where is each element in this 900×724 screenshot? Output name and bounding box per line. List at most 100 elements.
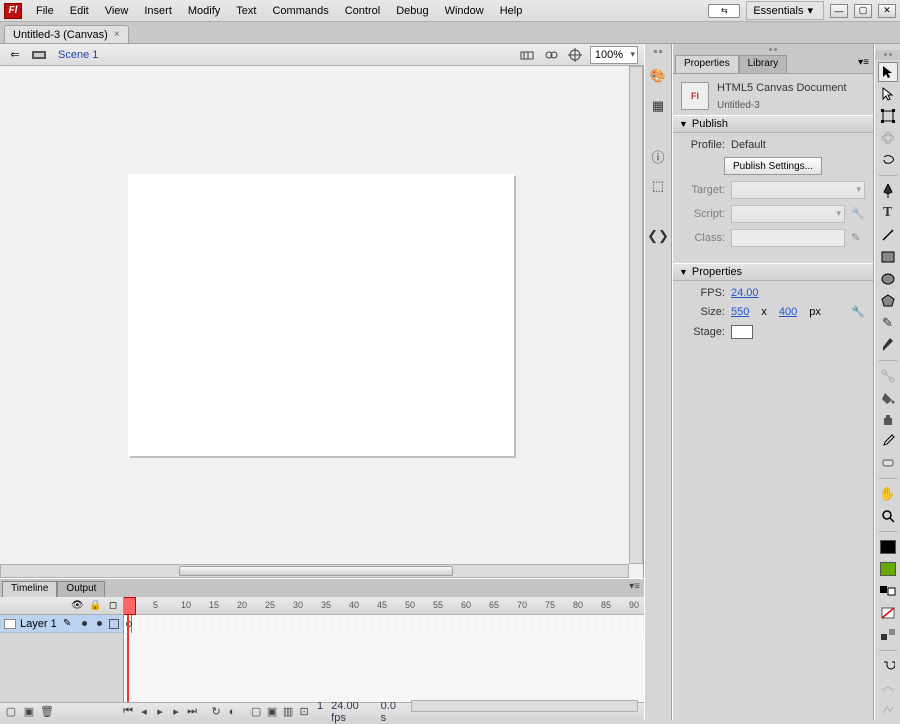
menu-control[interactable]: Control [337, 2, 388, 20]
new-layer-button[interactable]: ▢ [4, 705, 18, 719]
outline-header-icon[interactable]: ◻ [107, 600, 119, 611]
tab-properties[interactable]: Properties [675, 55, 739, 73]
tab-timeline[interactable]: Timeline [2, 581, 57, 597]
frame-row[interactable] [124, 615, 644, 633]
back-arrow-icon[interactable]: ⇐ [6, 46, 24, 64]
sync-status-icon[interactable]: ⇆ [708, 4, 740, 18]
ink-bottle-tool-icon[interactable] [878, 410, 898, 430]
marker-button[interactable]: ▥ [281, 705, 295, 719]
pen-tool-icon[interactable] [878, 181, 898, 201]
edit-multiple-button[interactable]: ▣ [265, 705, 279, 719]
menu-view[interactable]: View [97, 2, 137, 20]
document-tab[interactable]: Untitled-3 (Canvas) × [4, 25, 129, 43]
dock-toggle-icon[interactable] [648, 50, 668, 56]
close-button[interactable]: ✕ [878, 4, 896, 18]
paint-bucket-tool-icon[interactable] [878, 388, 898, 408]
menu-window[interactable]: Window [437, 2, 492, 20]
eyedropper-tool-icon[interactable] [878, 431, 898, 451]
lasso-tool-icon[interactable] [878, 150, 898, 170]
bw-swap-icon[interactable] [878, 581, 898, 601]
menu-help[interactable]: Help [492, 2, 531, 20]
subselection-tool-icon[interactable] [878, 84, 898, 104]
swap-colors-icon[interactable] [878, 625, 898, 645]
step-back-button[interactable]: ◂ [137, 705, 151, 719]
selection-tool-icon[interactable] [878, 62, 898, 82]
code-snippets-icon[interactable]: ❮❯ [648, 226, 668, 246]
maximize-button[interactable]: ▢ [854, 4, 872, 18]
publish-settings-button[interactable]: Publish Settings... [724, 157, 822, 175]
bone-tool-icon[interactable] [878, 366, 898, 386]
vertical-scrollbar[interactable] [629, 66, 643, 564]
fill-color-icon[interactable] [878, 559, 898, 579]
edit-symbols-icon[interactable] [542, 46, 560, 64]
brush-tool-icon[interactable] [878, 335, 898, 355]
pencil-tool-icon[interactable]: ✎ [878, 313, 898, 333]
options-straighten-icon[interactable] [878, 700, 898, 720]
panel-collapse-grip[interactable] [673, 44, 873, 54]
eraser-tool-icon[interactable] [878, 453, 898, 473]
fps-value[interactable]: 24.00 [731, 287, 759, 299]
onion-skin-button[interactable]: ◐ [225, 705, 239, 719]
scene-label[interactable]: Scene 1 [58, 49, 98, 61]
play-button[interactable]: ▸ [153, 705, 167, 719]
menu-text[interactable]: Text [228, 2, 264, 20]
menu-modify[interactable]: Modify [180, 2, 228, 20]
layer-name[interactable]: Layer 1 [20, 618, 59, 630]
close-tab-icon[interactable]: × [114, 29, 120, 40]
goto-first-button[interactable]: ⏮ [121, 705, 135, 719]
horizontal-scrollbar[interactable] [0, 564, 629, 578]
swatches-panel-icon[interactable]: 🎨 [648, 66, 668, 86]
loop-button[interactable]: ↻ [209, 705, 223, 719]
stage-color-swatch[interactable] [731, 325, 753, 339]
edit-scene-icon[interactable] [518, 46, 536, 64]
step-forward-button[interactable]: ▸ [169, 705, 183, 719]
outline-toggle[interactable] [109, 619, 119, 629]
tab-output[interactable]: Output [57, 581, 105, 597]
width-value[interactable]: 550 [731, 306, 749, 318]
text-tool-icon[interactable]: T [878, 203, 898, 223]
menu-edit[interactable]: Edit [62, 2, 97, 20]
frame-ruler[interactable]: 15101520253035404550556065707580859095 [124, 597, 644, 615]
line-tool-icon[interactable] [878, 225, 898, 245]
hand-tool-icon[interactable]: ✋ [878, 484, 898, 504]
layer-row[interactable]: Layer 1 ✎ [0, 615, 123, 633]
panel-options-icon[interactable]: ▾≡ [858, 57, 869, 68]
stage-canvas[interactable] [128, 174, 514, 456]
publish-section-header[interactable]: ▼ Publish [673, 115, 873, 133]
polystar-tool-icon[interactable] [878, 291, 898, 311]
playhead[interactable] [127, 597, 129, 702]
timeline-scrollbar[interactable] [411, 700, 638, 712]
new-folder-button[interactable]: ▣ [22, 705, 36, 719]
zoom-combo[interactable]: 100% [590, 46, 638, 64]
onion-outline-button[interactable]: ▢ [249, 705, 263, 719]
goto-last-button[interactable]: ⏭ [185, 705, 199, 719]
height-value[interactable]: 400 [779, 306, 797, 318]
center-frame-button[interactable]: ⊡ [297, 705, 311, 719]
lock-header-icon[interactable]: 🔒 [89, 600, 101, 611]
options-snap-icon[interactable] [878, 656, 898, 676]
tab-library[interactable]: Library [739, 55, 788, 73]
menu-insert[interactable]: Insert [136, 2, 180, 20]
zoom-tool-icon[interactable] [878, 506, 898, 526]
lock-toggle[interactable] [97, 621, 102, 626]
menu-file[interactable]: File [28, 2, 62, 20]
align-panel-icon[interactable]: ▦ [648, 96, 668, 116]
scene-icon[interactable] [30, 46, 48, 64]
stroke-color-icon[interactable] [878, 537, 898, 557]
workspace-switcher[interactable]: Essentials ▾ [746, 1, 824, 20]
oval-tool-icon[interactable] [878, 269, 898, 289]
transform-panel-icon[interactable]: ⬚ [648, 176, 668, 196]
minimize-button[interactable]: — [830, 4, 848, 18]
info-panel-icon[interactable]: ⓘ [648, 146, 668, 166]
tools-collapse-grip[interactable] [875, 50, 900, 60]
panel-menu-icon[interactable]: ▾≡ [629, 581, 640, 592]
visibility-header-icon[interactable]: 👁 [71, 600, 83, 611]
visibility-toggle[interactable] [82, 621, 87, 626]
menu-debug[interactable]: Debug [388, 2, 436, 20]
scroll-thumb[interactable] [179, 566, 453, 576]
free-transform-tool-icon[interactable] [878, 106, 898, 126]
center-stage-icon[interactable] [566, 46, 584, 64]
properties-section-header[interactable]: ▼ Properties [673, 263, 873, 281]
options-smooth-icon[interactable] [878, 678, 898, 698]
menu-commands[interactable]: Commands [264, 2, 336, 20]
